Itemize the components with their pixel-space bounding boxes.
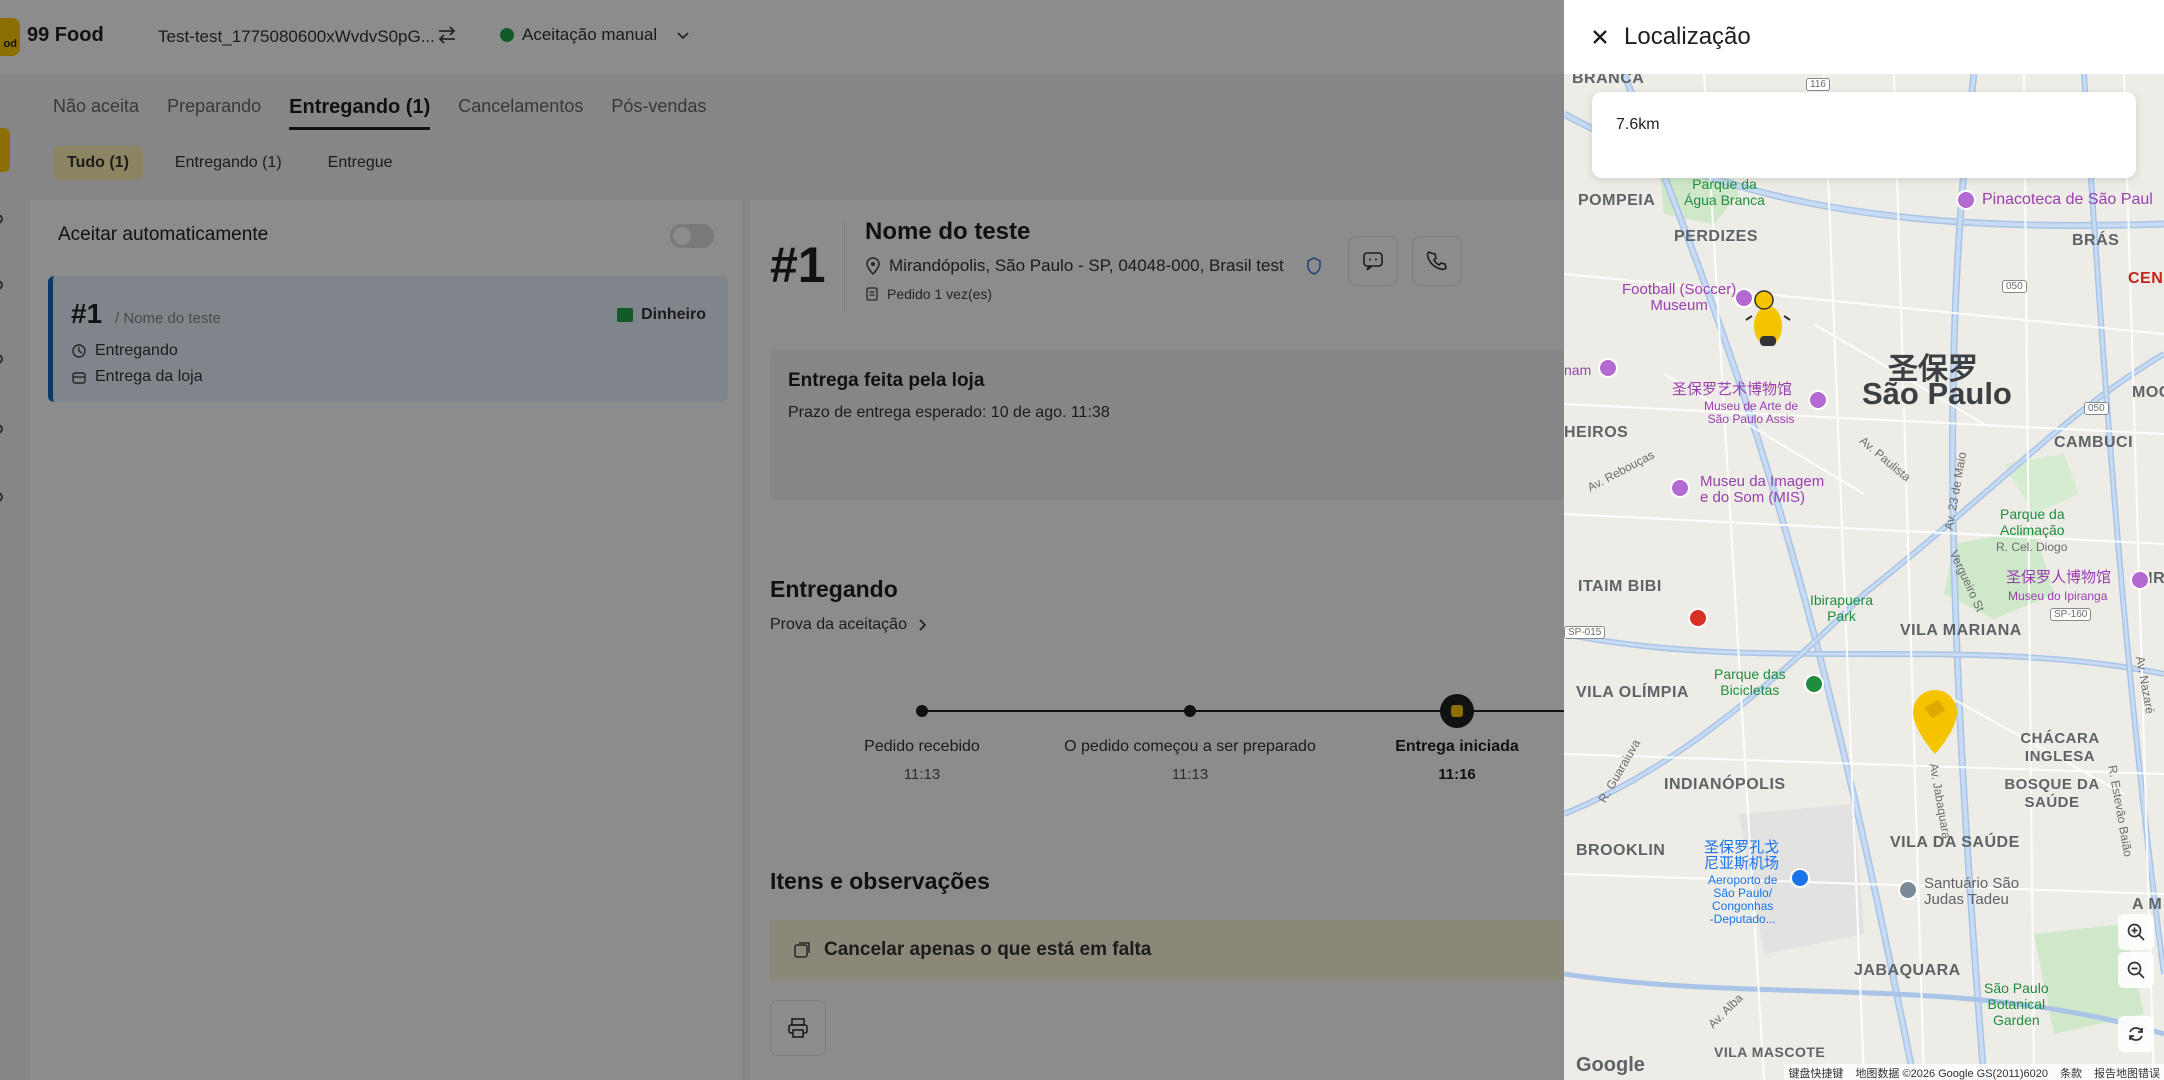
location-drawer: Localização 7.6km BRANCA POMPEIA PERDIZE…: [1564, 0, 2164, 1080]
map-attribution: 键盘快捷键 地图数据 ©2026 Google GS(2011)6020 条款 …: [1784, 1064, 2164, 1080]
map-poi-label: 圣保罗艺术博物馆: [1672, 381, 1793, 398]
terms-link[interactable]: 条款: [2060, 1065, 2082, 1080]
museum-pin-icon: [1956, 190, 1976, 210]
map-area-label: VILA DA SAÚDE: [1890, 834, 2020, 851]
zoom-in-button[interactable]: [2118, 914, 2154, 950]
zoom-in-icon: [2127, 923, 2145, 941]
map-poi-label: São Paulo Botanical Garden: [1984, 980, 2049, 1028]
museum-pin-icon: [1598, 358, 1618, 378]
drawer-header: Localização: [1564, 0, 2164, 74]
map-poi-label: Ibirapuera Park: [1810, 592, 1874, 624]
report-error-link[interactable]: 报告地图错误: [2094, 1065, 2160, 1080]
map-poi-label: Museu da Imagem e do Som (MIS): [1700, 473, 1825, 506]
distance-card: 7.6km: [1592, 92, 2136, 178]
map-area-label: ITAIM BIBI: [1578, 578, 1662, 595]
map-street-label: R. Cel. Diogo: [1996, 540, 2068, 554]
church-pin-icon: [1898, 880, 1918, 900]
map-poi-label: Parque das Bicicletas: [1714, 666, 1786, 698]
destination-pin-icon: [1913, 690, 1957, 754]
drawer-title: Localização: [1624, 23, 1751, 50]
map-area-label: CAMBUCI: [2054, 434, 2134, 451]
map-area-label: PERDIZES: [1674, 228, 1759, 245]
map-poi-label: Pinacoteca de São Paul: [1982, 191, 2153, 208]
map-area-label: VILA MARIANA: [1900, 622, 2022, 639]
map-area-label: CHÁCARA INGLESA: [2020, 730, 2100, 765]
map-area-label: POMPEIA: [1578, 192, 1656, 209]
courier-motorbike-icon: [1745, 290, 1791, 346]
close-icon[interactable]: [1590, 27, 1610, 47]
map-poi-label: Parque da Água Branca: [1684, 176, 1765, 208]
map-area-label: MOC: [2132, 384, 2164, 401]
map-poi-label: Parque da Aclimação: [2000, 506, 2065, 538]
map-data-credit: 地图数据 ©2026 Google GS(2011)6020: [1855, 1068, 2048, 1080]
airport-pin-icon: [1790, 868, 1810, 888]
map-area-label: BRANCA: [1572, 74, 1645, 87]
park-pin-icon: [1804, 674, 1824, 694]
map-area-label: VILA MASCOTE: [1714, 1044, 1826, 1060]
map-poi-label: Museu do Ipiranga: [2008, 589, 2108, 603]
road-shield: SP-160: [2050, 608, 2092, 621]
hospital-pin-icon: [1688, 608, 1708, 628]
map-poi-label: Santuário São Judas Tadeu: [1924, 875, 2020, 908]
museum-pin-icon: [1670, 478, 1690, 498]
map-area-label: A M: [2132, 896, 2163, 913]
map-poi-label: 圣保罗人博物馆: [2006, 569, 2112, 586]
map-city-label: São Paulo: [1862, 376, 2012, 411]
map-area-label: JABAQUARA: [1854, 962, 1961, 979]
google-logo: Google: [1576, 1054, 1645, 1076]
road-shield: 116: [1806, 78, 1830, 91]
road-shield: 050: [2084, 402, 2109, 415]
map-poi-label: Museu de Arte de São Paulo Assis: [1704, 399, 1799, 426]
map-area-label: INDIANÓPOLIS: [1664, 776, 1786, 793]
zoom-out-icon: [2127, 961, 2145, 979]
map-area-label: BRÁS: [2072, 232, 2120, 249]
road-shield: SP-015: [1564, 626, 1606, 639]
modal-overlay[interactable]: [0, 0, 1564, 1080]
map-poi-label: Football (Soccer) Museum: [1622, 281, 1737, 314]
map-poi-label: Aeroporto de São Paulo/ Congonhas -Deput…: [1708, 873, 1778, 926]
recenter-button[interactable]: [2118, 1016, 2154, 1052]
map-area-label: BROOKLIN: [1576, 842, 1666, 859]
map-poi-label: nam: [1564, 362, 1592, 378]
keyboard-shortcuts-link[interactable]: 键盘快捷键: [1788, 1065, 1843, 1080]
road-shield: 050: [2002, 280, 2027, 293]
zoom-out-button[interactable]: [2118, 952, 2154, 988]
map-view[interactable]: 7.6km BRANCA POMPEIA PERDIZES BRÁS HEIRO…: [1564, 74, 2164, 1080]
map-area-label: VILA OLÍMPIA: [1576, 684, 1689, 701]
map-area-label: CEN: [2128, 270, 2164, 287]
map-area-label: BOSQUE DA SAÚDE: [2004, 776, 2100, 811]
museum-pin-icon: [1808, 390, 1828, 410]
map-area-label: HEIROS: [1564, 424, 1629, 441]
museum-pin-icon: [2130, 570, 2150, 590]
refresh-icon: [2129, 1027, 2143, 1041]
map-poi-label: 圣保罗孔戈 尼亚斯机场: [1704, 839, 1780, 872]
